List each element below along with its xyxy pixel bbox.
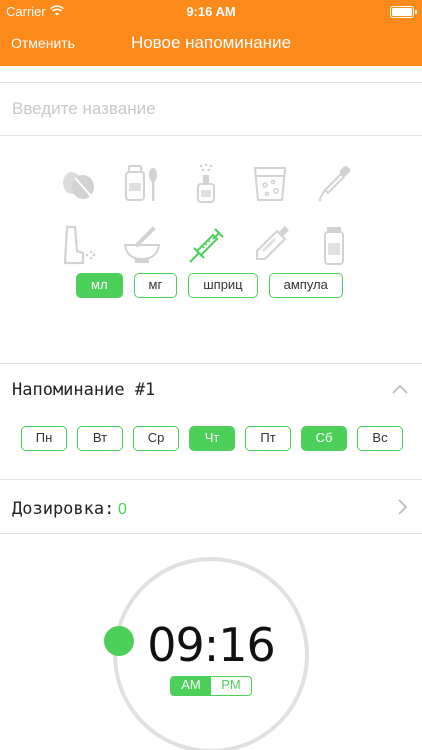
reminder-header[interactable]: Напоминание #1 [0,364,422,416]
syrup-bottle-icon[interactable] [123,163,161,203]
unit-mg-button[interactable]: мг [133,273,178,298]
dosage-row[interactable]: Дозировка: 0 [0,480,422,534]
am-pm-toggle: AM PM [170,676,252,696]
reminder-title: Напоминание #1 [12,380,156,400]
name-row [0,83,422,136]
syringe-icon[interactable] [187,225,225,265]
unit-syringe-button[interactable]: шприц [188,273,258,298]
unit-ml-button[interactable]: мл [76,273,123,298]
day-wed-button[interactable]: Ср [133,426,179,451]
mortar-icon[interactable] [123,225,161,265]
form-content[interactable]: мл мг шприц ампула Напоминание #1 Пн Вт … [0,66,422,750]
medication-type-picker: мл мг шприц ампула [0,136,422,364]
day-sat-button[interactable]: Сб [301,426,347,451]
status-bar: Carrier 9:16 AM [0,3,422,21]
pm-button[interactable]: PM [211,677,251,695]
inhaler-icon[interactable] [59,225,97,265]
unit-ampoule-button[interactable]: ампула [268,273,343,298]
battery-icon [390,6,417,18]
dosage-value: 0 [118,501,127,518]
page-title: Новое напоминание [130,33,292,52]
section-spacer [0,66,422,83]
chevron-up-icon[interactable] [392,384,408,394]
screen: Carrier 9:16 AM Отменить Новое напоминан… [0,0,422,750]
icon-row [59,225,379,265]
weekday-selector: Пн Вт Ср Чт Пт Сб Вс [0,416,422,480]
ointment-tube-icon[interactable] [251,225,289,265]
unit-selector: мл мг шприц ампула [76,273,343,298]
day-mon-button[interactable]: Пн [21,426,67,451]
vial-icon[interactable] [315,225,353,265]
medication-name-input[interactable] [12,83,422,135]
chevron-right-icon [398,499,408,515]
time-display: 09:16 [147,618,276,672]
top-bar: Carrier 9:16 AM Отменить Новое напоминан… [0,0,422,66]
dosage-label: Дозировка: [12,499,115,519]
day-sun-button[interactable]: Вс [357,426,403,451]
day-tue-button[interactable]: Вт [77,426,123,451]
time-picker: 09:16 AM PM [0,534,422,750]
am-button[interactable]: AM [171,677,211,695]
effervescent-glass-icon[interactable] [251,163,289,203]
nasal-spray-icon[interactable] [187,163,225,203]
status-time: 9:16 AM [186,4,236,19]
dropper-icon[interactable] [315,163,353,203]
day-thu-button[interactable]: Чт [189,426,235,451]
icon-row [59,163,379,203]
navigation-bar: Отменить Новое напоминание [0,30,422,58]
weekday-row: Пн Вт Ср Чт Пт Сб Вс [21,426,403,451]
medication-icon-grid [59,163,379,287]
day-fri-button[interactable]: Пт [245,426,291,451]
pills-icon[interactable] [59,163,97,203]
